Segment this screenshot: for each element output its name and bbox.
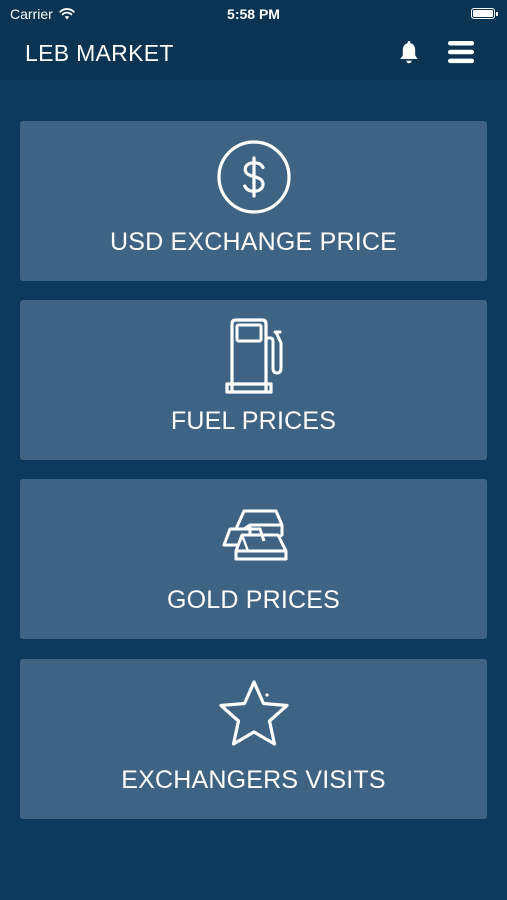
status-time: 5:58 PM <box>227 6 280 22</box>
gold-prices-card[interactable]: GOLD PRICES <box>20 479 487 639</box>
fuel-prices-card[interactable]: FUEL PRICES <box>20 300 487 460</box>
card-label: FUEL PRICES <box>170 407 337 435</box>
card-label: USD EXCHANGE PRICE <box>110 228 397 256</box>
app-title: LEB MARKET <box>25 40 174 66</box>
fuel-pump-icon <box>224 318 282 394</box>
exchangers-visits-card[interactable]: EXCHANGERS VISITS <box>20 659 487 819</box>
star-icon <box>218 680 289 746</box>
status-bar: Carrier 5:58 PM <box>0 0 507 28</box>
nav-bar: LEB MARKET <box>0 28 507 80</box>
card-label: EXCHANGERS VISITS <box>121 766 386 794</box>
card-label: GOLD PRICES <box>166 586 341 614</box>
menu-icon[interactable] <box>447 38 475 66</box>
gold-bars-icon <box>222 509 287 561</box>
dollar-circle-icon <box>216 140 291 214</box>
bell-icon[interactable] <box>396 40 422 66</box>
battery-icon <box>471 8 498 19</box>
usd-exchange-price-card[interactable]: USD EXCHANGE PRICE <box>20 121 487 281</box>
